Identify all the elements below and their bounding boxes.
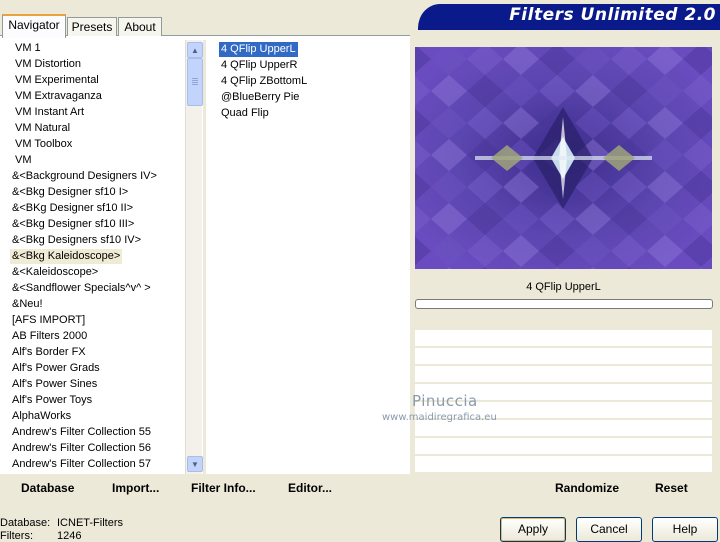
help-button[interactable]: Help (652, 517, 718, 542)
filters-count-label: Filters: (0, 530, 33, 542)
scroll-thumb[interactable] (187, 58, 203, 106)
category-item[interactable]: AlphaWorks (10, 409, 73, 424)
tab-about[interactable]: About (118, 17, 162, 36)
category-item[interactable]: Alf's Border FX (10, 345, 88, 360)
title-banner-underline (418, 28, 720, 30)
category-item[interactable]: VM Natural (13, 121, 72, 136)
category-item[interactable]: &Neu! (10, 297, 45, 312)
category-item[interactable]: &<Background Designers IV> (10, 169, 159, 184)
category-item[interactable]: Alf's Power Grads (10, 361, 102, 376)
app-title: Filters Unlimited 2.0 (509, 5, 716, 25)
category-item[interactable]: Alf's Power Sines (10, 377, 99, 392)
watermark-name: Pinuccia (412, 392, 478, 410)
filter-item[interactable]: 4 QFlip UpperR (219, 58, 299, 73)
category-item[interactable]: Andrew's Filter Collection 55 (10, 425, 153, 440)
category-item[interactable]: &<Bkg Designer sf10 III> (10, 217, 136, 232)
category-item[interactable]: &<Bkg Designer sf10 I> (10, 185, 130, 200)
cancel-button[interactable]: Cancel (576, 517, 642, 542)
filter-list[interactable]: 4 QFlip UpperL 4 QFlip UpperR 4 QFlip ZBot… (206, 40, 406, 474)
category-item[interactable]: VM Experimental (13, 73, 101, 88)
parameter-row (415, 456, 712, 474)
category-item[interactable]: Andrew's Filter Collection 57 (10, 457, 153, 472)
randomize-button[interactable]: Randomize (555, 481, 619, 495)
tab-navigator[interactable]: Navigator (2, 14, 66, 38)
editor-button[interactable]: Editor... (288, 481, 332, 495)
filter-item[interactable]: Quad Flip (219, 106, 271, 121)
parameter-row (415, 438, 712, 456)
watermark-url: www.maidiregrafica.eu (382, 412, 497, 423)
category-item[interactable]: VM 1 (13, 41, 43, 56)
parameter-row (415, 348, 712, 366)
preview-image (415, 47, 712, 269)
category-item[interactable]: &<BKg Designer sf10 II> (10, 201, 135, 216)
scroll-grip (192, 80, 198, 81)
category-item[interactable]: VM Distortion (13, 57, 83, 72)
category-list[interactable]: VM 1 VM Distortion VM Experimental VM Extra… (0, 40, 185, 474)
database-button[interactable]: Database (21, 481, 74, 495)
parameter-row (415, 366, 712, 384)
filter-info-button[interactable]: Filter Info... (191, 481, 256, 495)
category-item[interactable]: [AFS IMPORT] (10, 313, 87, 328)
import-button[interactable]: Import... (112, 481, 159, 495)
category-item[interactable]: VM (13, 153, 34, 168)
filter-item[interactable]: 4 QFlip UpperL (219, 42, 298, 57)
scroll-up-button[interactable]: ▲ (187, 42, 203, 58)
category-item[interactable]: AB Filters 2000 (10, 329, 89, 344)
scroll-grip (192, 82, 198, 83)
scroll-down-button[interactable]: ▼ (187, 456, 203, 472)
category-item[interactable]: Alf's Power Toys (10, 393, 94, 408)
progress-bar (415, 299, 713, 309)
tab-presets[interactable]: Presets (67, 17, 117, 36)
chevron-up-icon: ▲ (191, 45, 199, 55)
category-item[interactable]: &<Sandflower Specials^v^ > (10, 281, 153, 296)
preview-filter-name: 4 QFlip UpperL (526, 281, 601, 293)
category-scrollbar[interactable]: ▲ ▼ (185, 40, 203, 474)
filters-count-value: 1246 (57, 530, 82, 542)
apply-button[interactable]: Apply (500, 517, 566, 542)
parameter-row (415, 330, 712, 348)
navigator-button-bar: Database Import... Filter Info... Editor… (0, 474, 410, 501)
database-label: Database: (0, 517, 51, 529)
filter-item[interactable]: 4 QFlip ZBottomL (219, 74, 309, 89)
kaleidoscope-preview-graphic (415, 47, 712, 269)
reset-button[interactable]: Reset (655, 481, 688, 495)
scroll-grip (192, 84, 198, 85)
category-item[interactable]: VM Extravaganza (13, 89, 104, 104)
category-item[interactable]: Andrew's Filter Collection 56 (10, 441, 153, 456)
category-item[interactable]: VM Instant Art (13, 105, 86, 120)
category-item[interactable]: &<Kaleidoscope> (10, 265, 100, 280)
filter-item[interactable]: @BlueBerry Pie (219, 90, 301, 105)
database-value: ICNET-Filters (57, 517, 123, 529)
category-item[interactable]: &<Bkg Designers sf10 IV> (10, 233, 143, 248)
category-item[interactable]: &<Bkg Kaleidoscope> (10, 249, 123, 264)
chevron-down-icon: ▼ (191, 459, 199, 469)
scroll-grip (192, 78, 198, 79)
category-item[interactable]: VM Toolbox (13, 137, 74, 152)
